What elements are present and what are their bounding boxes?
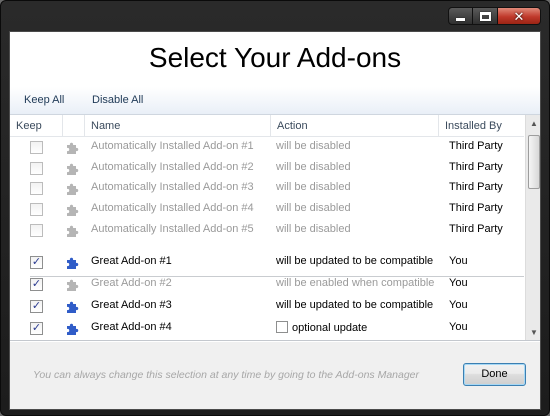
add-on-row[interactable]: ✓ Great Add-on #2 will be enabled when c… — [10, 274, 524, 294]
add-on-name: Great Add-on #1 — [91, 255, 172, 267]
add-on-row[interactable]: Automatically Installed Add-on #2 will b… — [10, 158, 524, 178]
close-icon: ✕ — [513, 8, 525, 24]
puzzle-piece-icon — [67, 257, 79, 269]
keep-checkbox[interactable] — [30, 141, 43, 154]
add-on-action: will be disabled — [276, 181, 351, 193]
disable-all-button[interactable]: Disable All — [92, 94, 143, 106]
column-header-name[interactable]: Name — [85, 115, 271, 137]
dialog-client: Select Your Add-ons Keep All Disable All… — [9, 31, 541, 410]
add-on-installed-by: You — [449, 321, 468, 333]
keep-checkbox[interactable]: ✓ — [30, 322, 43, 335]
page-title: Select Your Add-ons — [148, 42, 402, 73]
column-header-installed-by[interactable]: Installed By — [439, 115, 524, 137]
add-on-name: Automatically Installed Add-on #2 — [91, 161, 254, 173]
keep-all-button[interactable]: Keep All — [24, 94, 64, 106]
add-on-row[interactable]: ✓ Great Add-on #3 will be updated to be … — [10, 296, 524, 316]
scroll-up-icon[interactable]: ▲ — [526, 115, 540, 132]
puzzle-piece-icon — [67, 279, 79, 291]
add-on-action: will be updated to be compatible — [276, 299, 434, 311]
add-on-name: Great Add-on #3 — [91, 299, 172, 311]
puzzle-piece-icon — [67, 225, 79, 237]
list-header: Keep Name Action Installed By — [10, 115, 524, 137]
column-header-keep[interactable]: Keep — [10, 115, 63, 137]
puzzle-piece-icon — [67, 183, 79, 195]
keep-checkbox[interactable]: ✓ — [30, 256, 43, 269]
add-on-installed-by: Third Party — [449, 140, 503, 152]
keep-checkbox[interactable] — [30, 203, 43, 216]
scroll-thumb[interactable] — [528, 135, 540, 189]
add-on-row[interactable]: Automatically Installed Add-on #1 will b… — [10, 137, 524, 157]
puzzle-piece-icon — [67, 142, 79, 154]
add-on-installed-by: Third Party — [449, 181, 503, 193]
add-on-name: Automatically Installed Add-on #1 — [91, 140, 254, 152]
column-header-icon — [63, 115, 85, 137]
minimize-icon — [456, 18, 465, 21]
puzzle-piece-icon — [67, 163, 79, 175]
caption-buttons: ✕ — [448, 7, 541, 25]
puzzle-piece-icon — [67, 301, 79, 313]
close-button[interactable]: ✕ — [498, 7, 541, 25]
add-on-installed-by: Third Party — [449, 223, 503, 235]
column-header-action[interactable]: Action — [271, 115, 439, 137]
add-on-row[interactable]: Automatically Installed Add-on #5 will b… — [10, 220, 524, 240]
add-on-action: will be disabled — [276, 223, 351, 235]
keep-checkbox[interactable] — [30, 224, 43, 237]
maximize-icon — [479, 11, 491, 21]
vertical-scrollbar[interactable]: ▲ ▼ — [525, 115, 540, 340]
footer-note: You can always change this selection at … — [33, 369, 420, 381]
add-on-action: will be disabled — [276, 202, 351, 214]
add-on-row[interactable]: Automatically Installed Add-on #3 will b… — [10, 178, 524, 198]
puzzle-piece-icon — [67, 204, 79, 216]
scroll-down-icon[interactable]: ▼ — [526, 324, 540, 340]
keep-checkbox[interactable] — [30, 162, 43, 175]
add-on-name: Automatically Installed Add-on #5 — [91, 223, 254, 235]
add-on-row[interactable]: Automatically Installed Add-on #4 will b… — [10, 199, 524, 219]
add-on-action: optional update — [276, 321, 367, 334]
add-on-action: will be disabled — [276, 140, 351, 152]
add-on-action: will be disabled — [276, 161, 351, 173]
add-on-name: Great Add-on #2 — [91, 277, 172, 289]
puzzle-piece-icon — [67, 323, 79, 335]
add-on-installed-by: You — [449, 299, 468, 311]
add-on-installed-by: Third Party — [449, 161, 503, 173]
optional-update-checkbox[interactable] — [276, 321, 288, 333]
action-label: optional update — [292, 322, 368, 334]
add-on-name: Great Add-on #4 — [91, 321, 172, 333]
add-on-row[interactable]: ✓ Great Add-on #1 will be updated to be … — [10, 252, 524, 272]
add-on-action: will be enabled when compatible — [276, 277, 435, 289]
add-on-installed-by: You — [449, 277, 468, 289]
add-on-installed-by: You — [449, 255, 468, 267]
keep-checkbox[interactable]: ✓ — [30, 300, 43, 313]
keep-checkbox[interactable]: ✓ — [30, 278, 43, 291]
done-button[interactable]: Done — [463, 363, 526, 386]
add-on-name: Automatically Installed Add-on #3 — [91, 181, 254, 193]
add-on-row[interactable]: ✓ Great Add-on #4 optional update You — [10, 318, 524, 338]
footer: You can always change this selection at … — [10, 342, 540, 409]
maximize-button[interactable] — [473, 7, 498, 25]
add-on-name: Automatically Installed Add-on #4 — [91, 202, 254, 214]
add-on-installed-by: Third Party — [449, 202, 503, 214]
add-ons-list: Keep Name Action Installed By Automatica… — [10, 115, 540, 341]
add-on-action: will be updated to be compatible — [276, 255, 434, 267]
add-ons-window: ✕ Select Your Add-ons Keep All Disable A… — [0, 0, 550, 416]
toolbar: Keep All Disable All — [10, 87, 540, 115]
minimize-button[interactable] — [448, 7, 473, 25]
keep-checkbox[interactable] — [30, 182, 43, 195]
